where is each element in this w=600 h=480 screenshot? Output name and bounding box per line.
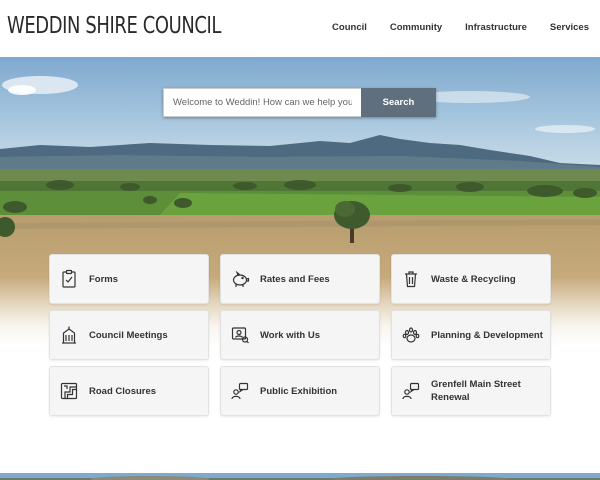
tile-forms[interactable]: Forms	[49, 254, 209, 304]
trash-bin-icon	[401, 269, 421, 289]
tile-planning-development[interactable]: Planning & Development	[391, 310, 551, 360]
site-title[interactable]: WEDDIN SHIRE COUNCIL	[7, 13, 221, 39]
road-map-icon	[59, 381, 79, 401]
nav-infrastructure[interactable]: Infrastructure	[465, 22, 527, 33]
tile-label: Council Meetings	[89, 329, 168, 341]
tile-label: Forms	[89, 273, 119, 285]
tile-public-exhibition[interactable]: Public Exhibition	[220, 366, 380, 416]
building-icon	[59, 325, 79, 345]
tile-label: Work with Us	[260, 329, 320, 341]
site-header: WEDDIN SHIRE COUNCIL Council Community I…	[0, 0, 600, 57]
speech-person-icon	[230, 381, 250, 401]
tile-label: Grenfell Main Street Renewal	[431, 379, 521, 403]
paw-icon	[401, 325, 421, 345]
tile-waste-recycling[interactable]: Waste & Recycling	[391, 254, 551, 304]
speech-person-icon	[401, 381, 421, 401]
quick-links-grid: Forms Rates and Fees Waste & Recycling C…	[49, 254, 551, 416]
tile-label: Rates and Fees	[260, 273, 330, 285]
nav-services[interactable]: Services	[550, 22, 589, 33]
nav-community[interactable]: Community	[390, 22, 442, 33]
tile-label: Planning & Development	[431, 329, 543, 341]
tile-work-with-us[interactable]: Work with Us	[220, 310, 380, 360]
tile-label: Waste & Recycling	[431, 273, 516, 285]
tile-label: Road Closures	[89, 385, 157, 397]
search-input[interactable]	[163, 88, 361, 117]
footer-landscape-illustration	[0, 473, 600, 480]
clipboard-check-icon	[59, 269, 79, 289]
tile-grenfell-main-street-renewal[interactable]: Grenfell Main Street Renewal	[391, 366, 551, 416]
search-button[interactable]: Search	[361, 88, 436, 117]
tile-rates-and-fees[interactable]: Rates and Fees	[220, 254, 380, 304]
main-nav: Council Community Infrastructure Service…	[332, 22, 589, 33]
footer-image-strip	[0, 470, 600, 480]
tile-council-meetings[interactable]: Council Meetings	[49, 310, 209, 360]
tile-label: Public Exhibition	[260, 385, 338, 397]
job-search-icon	[230, 325, 250, 345]
piggy-bank-icon	[230, 269, 250, 289]
nav-council[interactable]: Council	[332, 22, 367, 33]
search-form: Search	[163, 88, 436, 117]
tile-road-closures[interactable]: Road Closures	[49, 366, 209, 416]
